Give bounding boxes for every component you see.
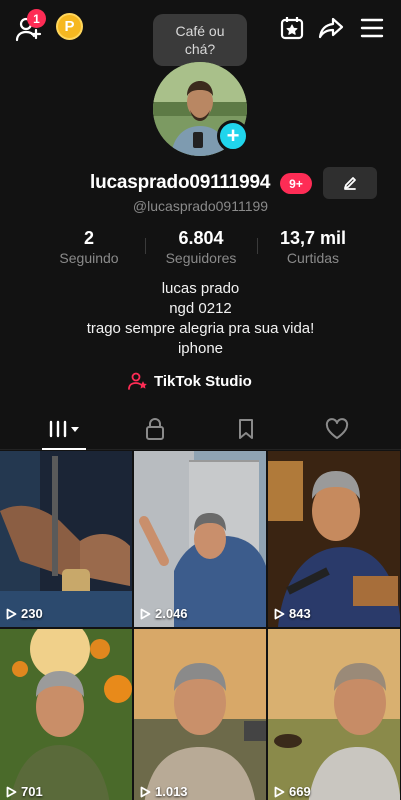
video-thumbnail[interactable]: 669 <box>268 629 400 800</box>
video-thumbnail[interactable]: 701 <box>0 629 132 800</box>
username: lucasprado09111994 <box>90 172 271 193</box>
tab-liked[interactable] <box>307 408 367 450</box>
coin-balance-button[interactable]: P <box>56 13 83 40</box>
followers-count: 6.804 <box>178 228 224 248</box>
bio-line: ngd 0212 <box>169 300 232 317</box>
bio-line: lucas prado <box>161 280 240 297</box>
play-icon <box>140 786 151 797</box>
edit-profile-button[interactable] <box>323 167 377 199</box>
following-count: 2 <box>83 228 94 248</box>
plus-icon: + <box>226 123 240 148</box>
stat-followers[interactable]: 6.804 Seguidores <box>157 228 245 266</box>
view-count: 701 <box>6 784 43 799</box>
play-icon <box>6 608 17 619</box>
calendar-button[interactable] <box>278 14 306 42</box>
share-profile-button[interactable] <box>317 14 345 42</box>
calendar-star-icon <box>280 17 304 40</box>
hamburger-menu-icon <box>360 18 384 38</box>
view-count: 669 <box>274 784 311 799</box>
view-count: 230 <box>6 606 43 621</box>
pencil-icon <box>344 177 356 190</box>
add-story-button[interactable]: + <box>217 120 249 152</box>
studio-user-icon <box>128 372 147 390</box>
tab-private[interactable] <box>125 408 185 450</box>
stat-following[interactable]: 2 Seguindo <box>50 228 128 266</box>
friend-request-badge: 1 <box>27 9 46 28</box>
likes-label: Curtidas <box>286 250 340 266</box>
notification-badge[interactable]: 9+ <box>280 173 312 194</box>
play-icon <box>140 608 151 619</box>
stat-likes[interactable]: 13,7 mil Curtidas <box>270 228 356 266</box>
stat-divider <box>145 238 146 254</box>
video-thumbnail[interactable]: 230 <box>0 451 132 627</box>
bookmark-icon <box>239 419 253 439</box>
note-bubble[interactable]: Café ou chá? <box>153 14 247 66</box>
following-label: Seguindo <box>59 250 119 266</box>
bio: lucas prado ngd 0212 trago sempre alegri… <box>0 279 401 359</box>
video-thumbnail[interactable]: 2.046 <box>134 451 266 627</box>
studio-label: TikTok Studio <box>154 372 252 390</box>
video-thumbnail[interactable]: 843 <box>268 451 400 627</box>
menu-button[interactable] <box>358 14 386 42</box>
tiktok-studio-link[interactable]: TikTok Studio <box>128 372 252 390</box>
profile-stats: 2 Seguindo 6.804 Seguidores 13,7 mil Cur… <box>0 228 401 268</box>
view-count: 843 <box>274 606 311 621</box>
share-icon <box>318 17 344 39</box>
likes-count: 13,7 mil <box>279 228 347 248</box>
bio-line: iphone <box>177 340 224 357</box>
view-count: 2.046 <box>140 606 188 621</box>
followers-label: Seguidores <box>165 250 237 266</box>
video-thumbnail[interactable]: 1.013 <box>134 629 266 800</box>
user-handle: @lucasprado0911199 <box>132 198 269 214</box>
stat-divider <box>257 238 258 254</box>
heart-icon <box>325 418 349 439</box>
grid-dropdown-icon <box>49 420 79 438</box>
active-tab-indicator <box>42 448 86 450</box>
play-icon <box>274 608 285 619</box>
tab-saved[interactable] <box>216 408 276 450</box>
bio-line: trago sempre alegria pra sua vida! <box>86 320 315 337</box>
play-icon <box>274 786 285 797</box>
play-icon <box>6 786 17 797</box>
lock-icon <box>146 418 164 440</box>
profile-tabs <box>0 408 401 450</box>
view-count: 1.013 <box>140 784 188 799</box>
tab-videos[interactable] <box>34 408 94 450</box>
